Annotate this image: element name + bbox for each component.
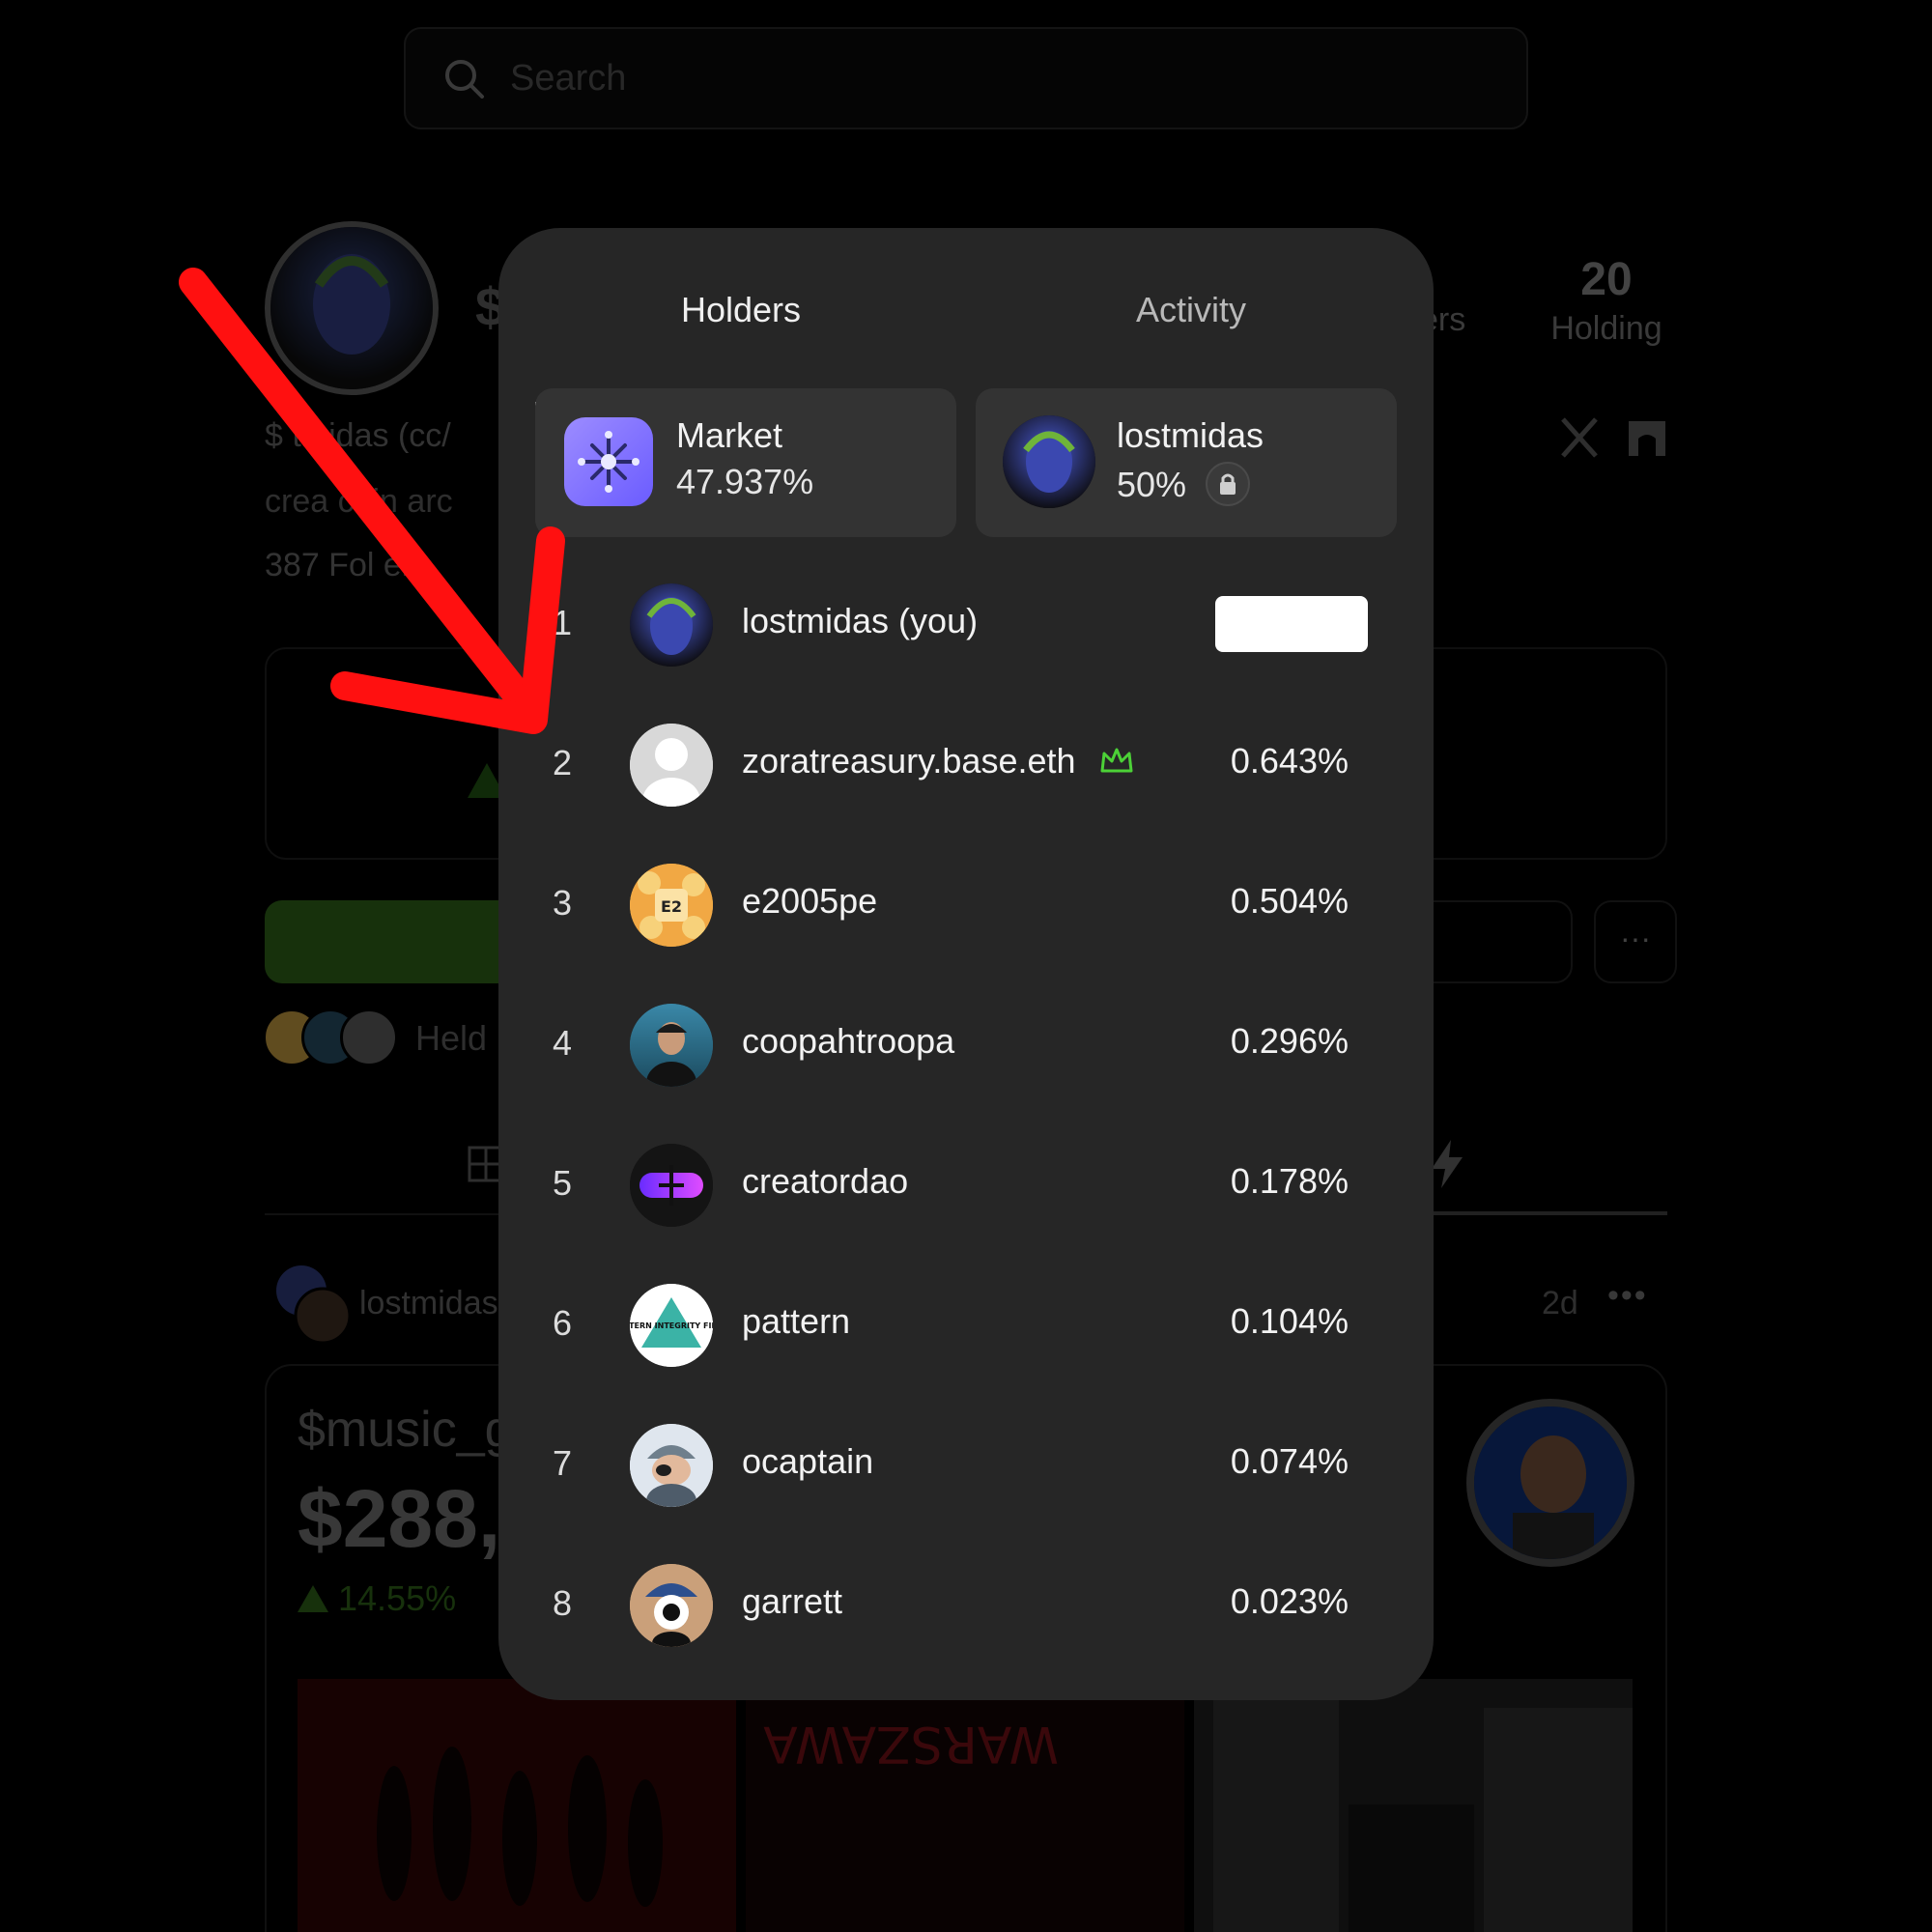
lock-icon [1206,462,1251,506]
holder-row[interactable]: 5 creatordao 0.178% [498,1115,1434,1255]
crown-icon [1100,748,1133,773]
post-more-button[interactable]: ••• [1607,1277,1648,1315]
x-icon[interactable] [1555,413,1604,462]
post-image-3[interactable] [1194,1679,1633,1932]
holder-avatar: PATTERN INTEGRITY FILMS [630,1284,713,1367]
holder-rank: 6 [553,1303,573,1343]
stat-holding-label: Holding [1550,310,1662,347]
holder-name: pattern [742,1301,851,1341]
holder-rank: 2 [553,743,573,782]
holder-row[interactable]: 1 lostmidas (you) 3.481% [498,554,1434,695]
holder-row[interactable]: 7 ocaptain 0.074% [498,1395,1434,1535]
creator-avatar [1003,415,1095,508]
post-image-1[interactable] [298,1679,736,1932]
holder-percentage: 0.643% [1230,741,1349,781]
holder-rank: 4 [553,1023,573,1063]
activity-bolt-icon[interactable] [1428,1140,1466,1188]
post-author-avatars [276,1265,352,1345]
farcaster-icon[interactable] [1623,413,1671,462]
holder-name: garrett [742,1581,843,1621]
tab-holders[interactable]: Holders [535,267,947,357]
holder-row[interactable]: 8 garrett 0.023% [498,1535,1434,1675]
holder-name: creatordao [742,1161,909,1201]
more-button[interactable]: ··· [1594,900,1677,983]
holders-modal: Holders Activity Market 47.937% lostmida… [498,228,1434,1700]
post-time: 2d [1542,1285,1578,1321]
e2-text: E2 [661,897,682,916]
market-summary-card: Market 47.937% [535,388,956,537]
holder-name: e2005pe [742,881,878,921]
svg-text:WARSZAWA: WARSZAWA [763,1715,1059,1773]
tab-activity[interactable]: Activity [985,267,1397,357]
holder-percentage: 0.104% [1230,1301,1349,1341]
coin-change-value: 14.55% [338,1578,457,1618]
holder-row[interactable]: 2 zoratreasury.base.eth 0.643% [498,695,1434,835]
profile-description: crea coin arc [265,483,453,520]
profile-name: $ tmidas (cc/ [265,417,451,454]
holder-percentage: 0.074% [1230,1441,1349,1481]
holder-avatar [630,1424,713,1507]
profile-followers[interactable]: 387 Fol ers [265,547,429,584]
holder-rank: 8 [553,1583,573,1623]
search-input[interactable] [510,57,1379,99]
holder-rank: 3 [553,883,573,923]
up-arrow-icon [298,1585,328,1612]
holder-rank: 1 [553,603,573,642]
holder-avatar [630,724,713,807]
profile-avatar [265,221,439,395]
coin-ticker: $music_g [298,1402,513,1458]
holder-rank: 7 [553,1443,573,1483]
creator-summary-card: lostmidas 50% [976,388,1397,537]
creator-value: 50% [1117,462,1251,506]
creator-value-text: 50% [1117,465,1187,504]
holder-name: ocaptain [742,1441,874,1481]
held-by-text[interactable]: Held I [415,1018,506,1059]
holder-name: lostmidas (you) [742,601,979,640]
holder-percentage: 0.296% [1230,1021,1349,1061]
search-icon [445,60,484,99]
holder-rank: 5 [553,1163,573,1203]
holder-row[interactable]: 3 E2 e2005pe 0.504% [498,835,1434,975]
market-title: Market [676,415,783,455]
creator-title: lostmidas [1117,415,1264,455]
holder-avatar [630,1004,713,1087]
holder-name-wrap: zoratreasury.base.eth [742,741,1134,781]
market-icon [564,417,653,506]
holder-avatar [630,1144,713,1227]
holder-avatar [630,1564,713,1647]
pattern-logo-text: PATTERN INTEGRITY FILMS [630,1321,713,1330]
holder-name: coopahtroopa [742,1021,955,1061]
coin-price: $288, [298,1473,501,1564]
modal-tabs: Holders Activity [535,267,1397,406]
market-value: 47.937% [676,462,814,501]
post-image-2[interactable]: WARSZAWA [746,1679,1184,1932]
post-coin-avatar [1466,1399,1634,1567]
search-bar[interactable] [404,27,1528,129]
stat-holding: 20 Holding [1544,253,1669,348]
holder-percentage: 0.178% [1230,1161,1349,1201]
holder-row[interactable]: 6 PATTERN INTEGRITY FILMS pattern 0.104% [498,1255,1434,1395]
holder-mini-avatar [340,1009,398,1066]
coin-change: 14.55% [298,1578,456,1619]
post-author[interactable]: lostmidas [359,1285,498,1322]
holder-percentage: 0.504% [1230,881,1349,921]
holder-percentage: 0.023% [1230,1581,1349,1621]
holder-name: zoratreasury.base.eth [742,741,1076,781]
holder-row[interactable]: 4 coopahtroopa 0.296% [498,975,1434,1115]
holder-avatar [630,583,713,667]
stat-holding-value: 20 [1580,254,1633,305]
holder-percentage: 3.481% [1215,596,1368,652]
holder-avatar: E2 [630,864,713,947]
